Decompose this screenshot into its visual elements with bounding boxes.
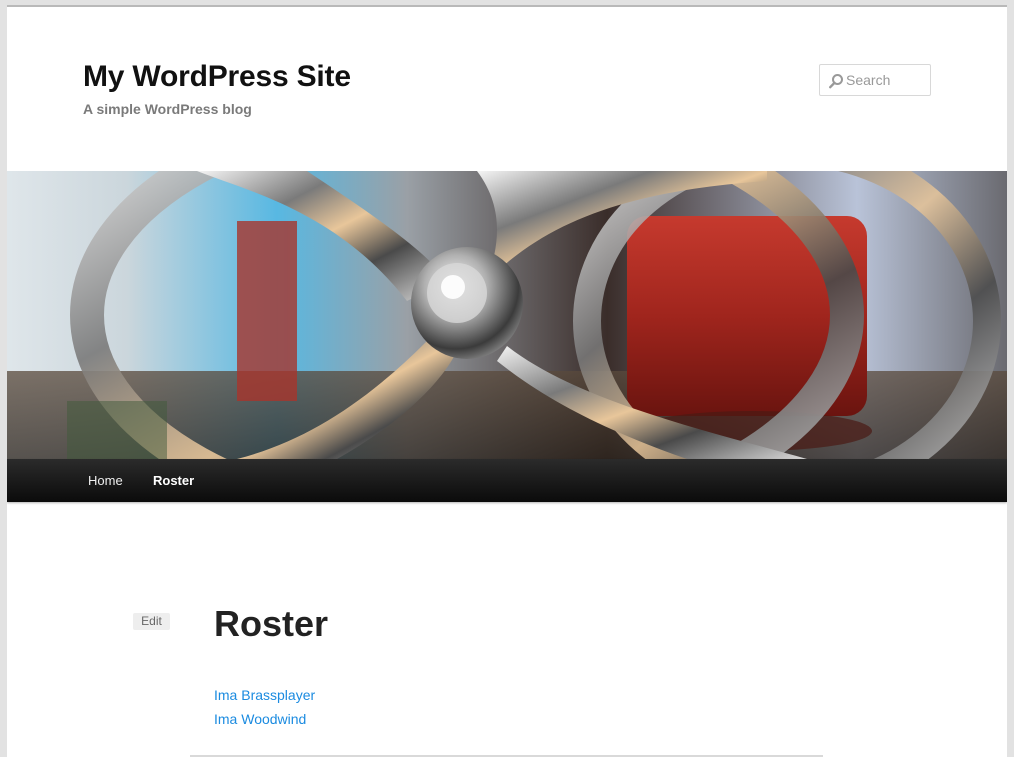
site-description: A simple WordPress blog	[83, 101, 252, 117]
search-input[interactable]	[846, 65, 928, 95]
edit-link[interactable]: Edit	[133, 613, 170, 630]
roster-link[interactable]: Ima Brassplayer	[214, 687, 315, 703]
roster-link[interactable]: Ima Woodwind	[214, 711, 306, 727]
nav-item-home[interactable]: Home	[88, 473, 123, 488]
site-title[interactable]: My WordPress Site	[83, 60, 351, 94]
entry-title: Roster	[214, 603, 329, 644]
page: My WordPress Site A simple WordPress blo…	[7, 5, 1007, 757]
header-image	[7, 171, 1007, 459]
main-navigation: Home Roster	[7, 459, 1007, 502]
nav-item-roster[interactable]: Roster	[153, 473, 194, 488]
search-icon	[829, 74, 843, 89]
search-box[interactable]	[819, 64, 931, 96]
